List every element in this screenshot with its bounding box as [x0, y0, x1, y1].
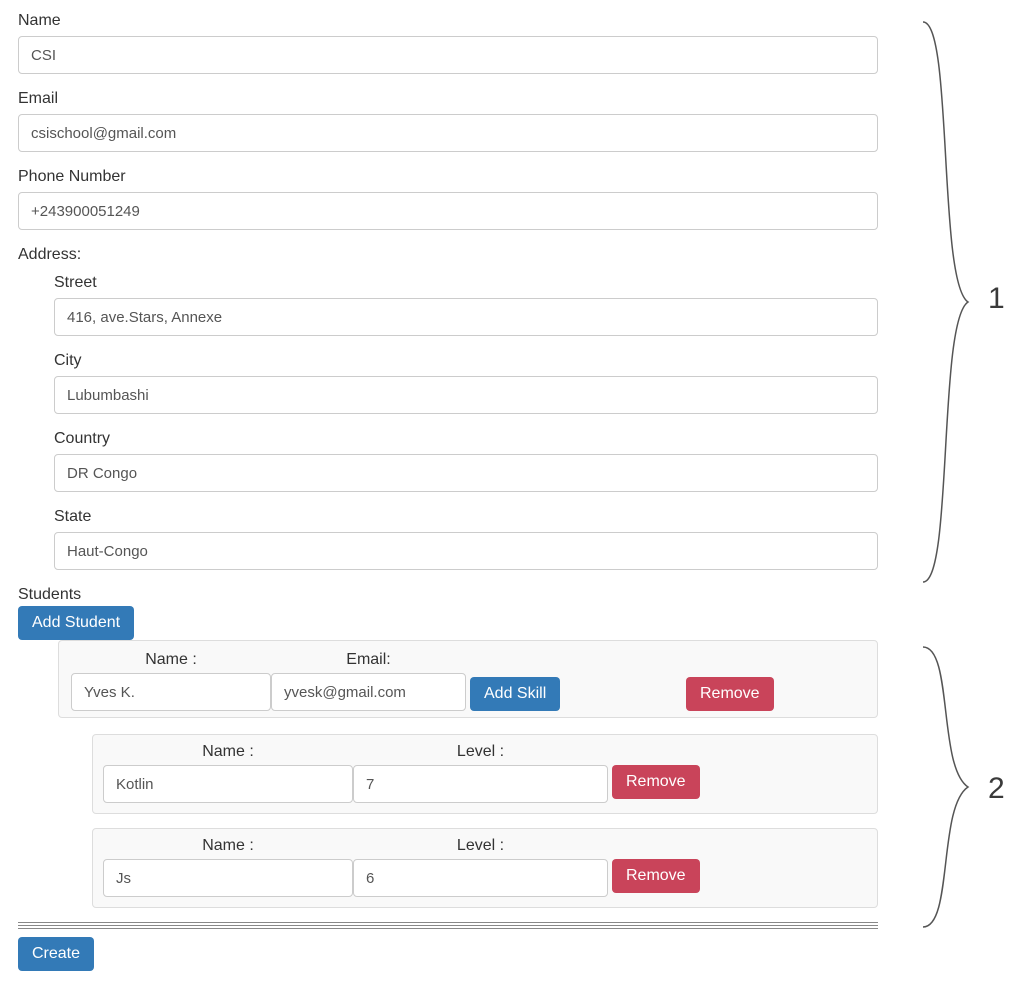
- skill-level-input[interactable]: [353, 765, 608, 803]
- email-input[interactable]: [18, 114, 878, 152]
- country-input[interactable]: [54, 454, 878, 492]
- student-name-input[interactable]: [71, 673, 271, 711]
- street-input[interactable]: [54, 298, 878, 336]
- student-card: Name : Email: Add Skill Remove: [58, 640, 878, 718]
- phone-input[interactable]: [18, 192, 878, 230]
- student-email-input[interactable]: [271, 673, 466, 711]
- name-input[interactable]: [18, 36, 878, 74]
- students-heading: Students: [18, 586, 878, 604]
- annotation-label-2: 2: [988, 772, 1005, 806]
- state-input[interactable]: [54, 532, 878, 570]
- student-email-header: Email:: [271, 651, 466, 673]
- annotation-label-1: 1: [988, 282, 1005, 316]
- divider-lines: [18, 922, 878, 929]
- skill-name-header: Name :: [103, 743, 353, 765]
- street-label: Street: [54, 274, 878, 292]
- student-name-header: Name :: [71, 651, 271, 673]
- address-heading: Address:: [18, 246, 878, 264]
- phone-label: Phone Number: [18, 168, 878, 186]
- city-input[interactable]: [54, 376, 878, 414]
- city-label: City: [54, 352, 878, 370]
- add-student-button[interactable]: Add Student: [18, 606, 134, 640]
- skill-card: Name : Level : Remove: [92, 828, 878, 908]
- skill-level-header: Level :: [353, 837, 608, 859]
- skill-level-header: Level :: [353, 743, 608, 765]
- skill-card: Name : Level : Remove: [92, 734, 878, 814]
- name-label: Name: [18, 12, 878, 30]
- email-label: Email: [18, 90, 878, 108]
- add-skill-button[interactable]: Add Skill: [470, 677, 560, 711]
- skill-name-header: Name :: [103, 837, 353, 859]
- skill-name-input[interactable]: [103, 765, 353, 803]
- annotation-brace-1: [918, 22, 978, 587]
- annotation-brace-2: [918, 647, 978, 932]
- skill-name-input[interactable]: [103, 859, 353, 897]
- state-label: State: [54, 508, 878, 526]
- remove-skill-button[interactable]: Remove: [612, 765, 700, 799]
- remove-student-button[interactable]: Remove: [686, 677, 774, 711]
- remove-skill-button[interactable]: Remove: [612, 859, 700, 893]
- create-button[interactable]: Create: [18, 937, 94, 971]
- country-label: Country: [54, 430, 878, 448]
- skill-level-input[interactable]: [353, 859, 608, 897]
